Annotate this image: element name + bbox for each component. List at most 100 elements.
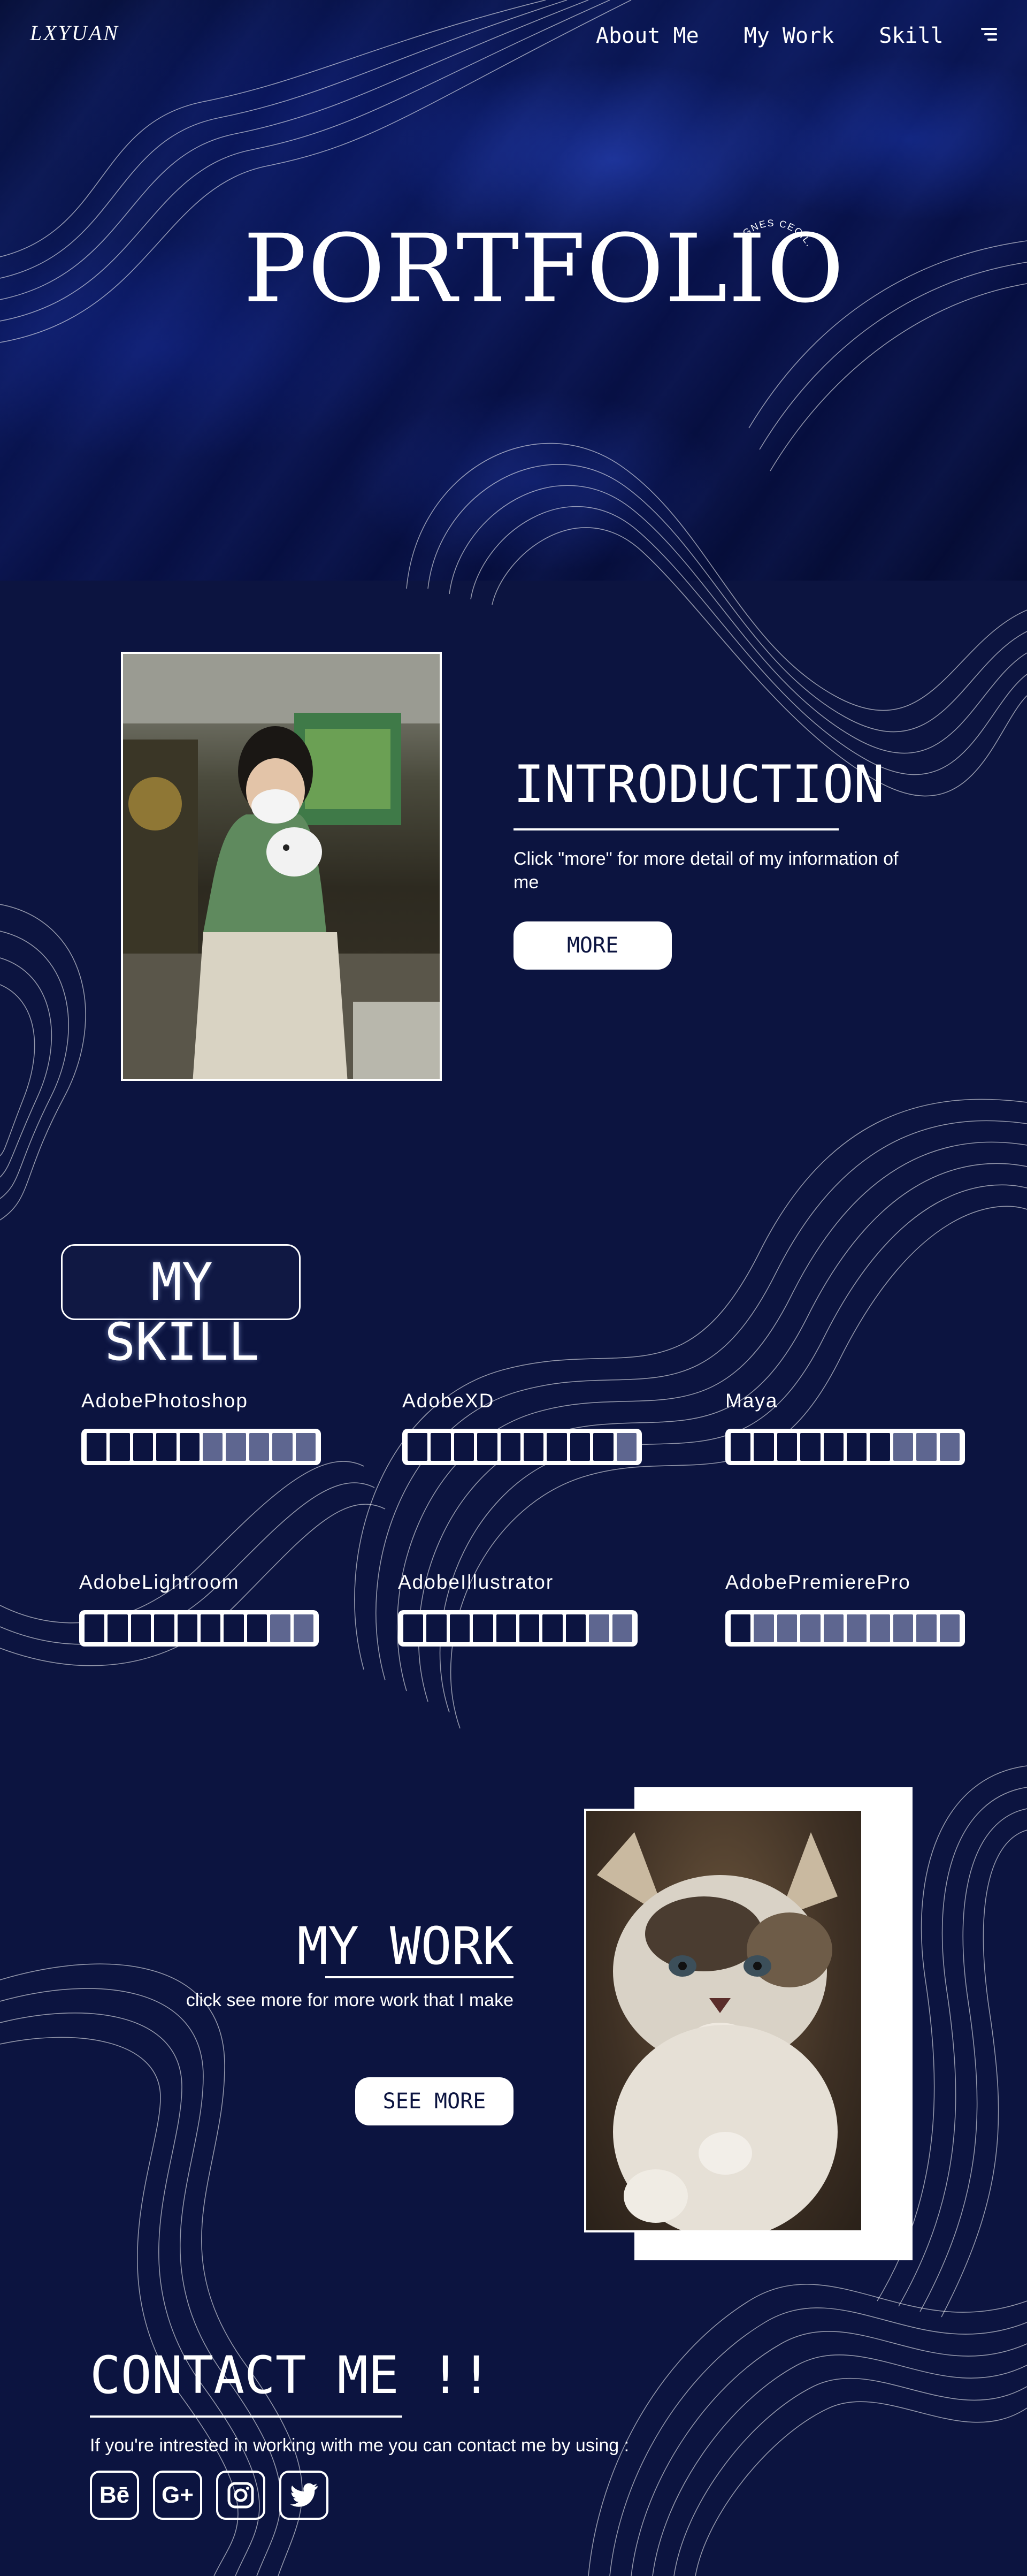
svg-text:IGNES CECILIA: IGNES CECILIA: [738, 218, 808, 256]
twitter-link[interactable]: [279, 2471, 328, 2520]
hero-subtitle-arc: IGNES CECILIA: [738, 218, 808, 256]
more-button[interactable]: MORE: [514, 921, 672, 970]
skill-segment-filled: [547, 1433, 567, 1461]
contact-description: If you're intrested in working with me y…: [90, 2435, 630, 2456]
skill-segment-empty: [589, 1614, 609, 1642]
skill-segment-empty: [777, 1614, 798, 1642]
intro-photo: [121, 652, 442, 1081]
skill-premiere-pro: AdobePremierePro: [725, 1572, 965, 1647]
skill-segment-filled: [519, 1614, 540, 1642]
skill-segment-empty: [272, 1433, 293, 1461]
skill-segment-filled: [108, 1614, 128, 1642]
site-logo[interactable]: LXYUAN: [30, 20, 119, 45]
work-title: MY WORK: [297, 1916, 514, 1976]
skill-segment-filled: [777, 1433, 798, 1461]
skill-segment-filled: [454, 1433, 474, 1461]
skill-segment-empty: [939, 1433, 960, 1461]
skill-segment-filled: [131, 1614, 151, 1642]
hamburger-menu-icon[interactable]: [981, 28, 997, 43]
work-photo-illustration: [597, 1832, 838, 2230]
skill-segment-filled: [800, 1433, 821, 1461]
skill-segment-filled: [542, 1614, 563, 1642]
skill-name: AdobeLightroom: [79, 1571, 240, 1593]
instagram-link[interactable]: [216, 2471, 265, 2520]
skill-xd: AdobeXD: [402, 1390, 642, 1465]
intro-underline: [514, 828, 839, 830]
skill-progress-bar: [79, 1610, 319, 1647]
skill-segment-filled: [731, 1433, 751, 1461]
skill-title: MY SKILL: [104, 1252, 259, 1372]
skill-segment-empty: [823, 1614, 844, 1642]
skill-name: AdobeIllustrator: [398, 1571, 554, 1593]
google-plus-link[interactable]: G+: [153, 2471, 202, 2520]
skill-segment-filled: [179, 1433, 200, 1461]
skill-segment-empty: [870, 1614, 890, 1642]
skill-segment-empty: [916, 1433, 937, 1461]
skill-name: AdobePremierePro: [725, 1571, 911, 1593]
skill-segment-empty: [612, 1614, 633, 1642]
skill-segment-empty: [754, 1614, 774, 1642]
skill-progress-bar: [725, 1610, 965, 1647]
work-underline: [325, 1976, 514, 1978]
skill-name: AdobePhotoshop: [81, 1390, 248, 1412]
skill-segment-filled: [110, 1433, 130, 1461]
skill-segment-empty: [270, 1614, 290, 1642]
work-description: click see more for more work that I make: [186, 1990, 514, 2010]
skill-segment-filled: [224, 1614, 244, 1642]
skill-segment-filled: [449, 1614, 470, 1642]
skill-segment-empty: [226, 1433, 246, 1461]
skill-photoshop: AdobePhotoshop: [81, 1390, 321, 1465]
skill-lightroom: AdobeLightroom: [79, 1572, 319, 1647]
skill-segment-filled: [500, 1433, 521, 1461]
skill-segment-filled: [156, 1433, 177, 1461]
behance-link[interactable]: Bē: [90, 2471, 139, 2520]
skill-segment-filled: [247, 1614, 267, 1642]
skill-segment-filled: [754, 1433, 774, 1461]
see-more-button[interactable]: SEE MORE: [355, 2077, 514, 2125]
skill-segment-empty: [916, 1614, 937, 1642]
skill-segment-empty: [616, 1433, 637, 1461]
skill-segment-empty: [893, 1433, 914, 1461]
skill-segment-filled: [823, 1433, 844, 1461]
skill-segment-empty: [847, 1614, 867, 1642]
skill-segment-filled: [593, 1433, 614, 1461]
main-nav: About Me My Work Skill: [596, 24, 988, 48]
skill-segment-filled: [570, 1433, 591, 1461]
skill-segment-filled: [177, 1614, 198, 1642]
skill-segment-filled: [133, 1433, 154, 1461]
hero-title: PORTFOLIO: [243, 214, 845, 324]
intro-photo-illustration: [123, 654, 440, 1079]
twitter-icon: [290, 2483, 318, 2507]
behance-icon: Bē: [99, 2482, 130, 2508]
skill-progress-bar: [725, 1429, 965, 1465]
skill-maya: Maya: [725, 1390, 965, 1465]
skill-illustrator: AdobeIllustrator: [398, 1572, 638, 1647]
skill-segment-empty: [893, 1614, 914, 1642]
skill-name: AdobeXD: [402, 1390, 495, 1412]
skill-segment-filled: [496, 1614, 517, 1642]
nav-skill[interactable]: Skill: [879, 24, 943, 48]
skill-progress-bar: [398, 1610, 638, 1647]
nav-my-work[interactable]: My Work: [744, 24, 834, 48]
skill-segment-empty: [295, 1433, 316, 1461]
intro-title: INTRODUCTION: [514, 754, 885, 814]
contact-title: CONTACT ME !!: [90, 2345, 492, 2405]
skill-segment-filled: [731, 1614, 751, 1642]
nav-about-me[interactable]: About Me: [596, 24, 699, 48]
contact-underline: [90, 2415, 402, 2418]
skill-progress-bar: [81, 1429, 321, 1465]
work-photo[interactable]: [584, 1809, 863, 2232]
skill-segment-filled: [87, 1433, 107, 1461]
skill-segment-filled: [201, 1614, 221, 1642]
intro-description: Click "more" for more detail of my infor…: [514, 849, 899, 893]
skill-segment-filled: [85, 1614, 105, 1642]
wave-group-bottom: [588, 2284, 1027, 2576]
skill-segment-filled: [477, 1433, 497, 1461]
skill-segment-empty: [800, 1614, 821, 1642]
skill-segment-filled: [565, 1614, 586, 1642]
instagram-icon: [227, 2482, 254, 2509]
skill-segment-empty: [293, 1614, 314, 1642]
skill-progress-bar: [402, 1429, 642, 1465]
skill-segment-filled: [870, 1433, 890, 1461]
skill-segment-empty: [203, 1433, 223, 1461]
